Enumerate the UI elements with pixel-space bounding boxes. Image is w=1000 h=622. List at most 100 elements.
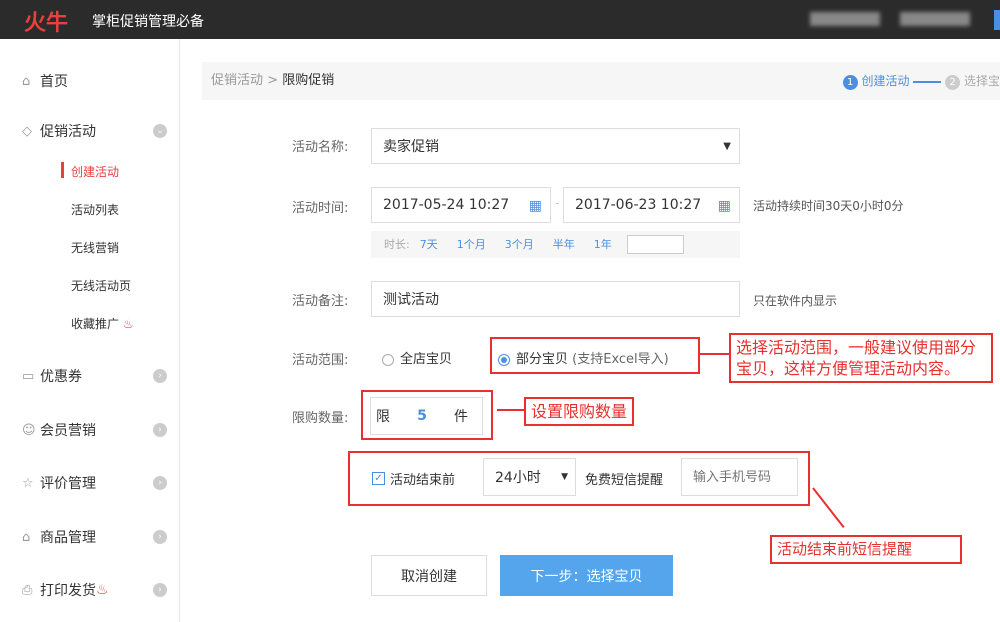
sidebar-sub-wireless[interactable]: 无线营销	[71, 239, 119, 256]
step-number: 1	[842, 75, 858, 90]
step-label: 选择宝	[963, 74, 1000, 88]
sidebar: ⌂ 首页 ◇ 促销活动 ⌄ 创建活动 活动列表 无线营销 无线活动页 收藏推广 ♨ ▭…	[0, 39, 180, 622]
limit-label: 限购数量:	[292, 411, 349, 426]
time-label: 活动时间:	[292, 201, 349, 216]
fire-icon: ♨	[96, 582, 109, 598]
sidebar-sub-wireless-page[interactable]: 无线活动页	[71, 277, 131, 294]
home-icon: ⌂	[22, 73, 31, 89]
logo: 火牛	[24, 11, 69, 36]
next-button[interactable]: 下一步：选择宝贝	[500, 555, 673, 596]
name-label: 活动名称:	[292, 140, 349, 155]
breadcrumb-sep: >	[267, 73, 279, 88]
chevron-right-icon: ›	[153, 476, 167, 490]
annotation-sms: 活动结束前短信提醒	[770, 535, 962, 564]
chevron-right-icon: ›	[153, 530, 167, 544]
quick-3m[interactable]: 3个月	[505, 238, 534, 251]
calendar-icon[interactable]: ▦	[529, 198, 542, 214]
quick-1y[interactable]: 1年	[594, 238, 612, 251]
label: 收藏推广	[71, 317, 120, 331]
label: 全店宝贝	[400, 352, 453, 367]
sidebar-sub-list[interactable]: 活动列表	[71, 201, 119, 218]
sidebar-item-goods[interactable]: ⌂ 商品管理 ›	[22, 527, 167, 547]
scope-label: 活动范围:	[292, 353, 349, 368]
shop-icon: ⌂	[22, 529, 31, 545]
label: 评价管理	[40, 476, 96, 492]
sidebar-item-promotion[interactable]: ◇ 促销活动 ⌄	[22, 121, 167, 141]
sidebar-item-print[interactable]: ⎙ 打印发货 ♨ ›	[22, 580, 167, 600]
sidebar-sub-favorite[interactable]: 收藏推广 ♨	[71, 315, 134, 332]
sidebar-item-member[interactable]: ☺ 会员营销 ›	[22, 420, 167, 440]
tag-icon: ◇	[22, 123, 32, 139]
note-hint: 只在软件内显示	[753, 294, 838, 308]
chevron-right-icon: ›	[153, 369, 167, 383]
breadcrumb: 促销活动 > 限购促销 1 创建活动 2 选择宝	[202, 62, 1000, 100]
label: 首页	[40, 74, 68, 90]
annotation-arrow	[812, 487, 845, 529]
sidebar-item-review[interactable]: ☆ 评价管理 ›	[22, 473, 167, 493]
quick-6m[interactable]: 半年	[553, 238, 575, 251]
top-bar: 火牛 掌柜促销管理必备	[0, 0, 1000, 39]
value: 24小时	[495, 470, 541, 486]
step-number: 2	[945, 75, 961, 90]
label: 打印发货	[40, 583, 96, 599]
note-input[interactable]: 测试活动	[371, 281, 740, 317]
blurred-shop	[900, 12, 970, 26]
annotation-limit: 设置限购数量	[524, 397, 635, 426]
quick-duration: 时长: 7天 1个月 3个月 半年 1年	[371, 231, 740, 258]
step-label: 创建活动	[861, 74, 910, 88]
label: 会员营销	[40, 423, 96, 439]
breadcrumb-parent[interactable]: 促销活动	[211, 73, 263, 88]
active-indicator	[61, 162, 64, 178]
highlight-box	[490, 337, 700, 374]
chevron-right-icon: ›	[153, 583, 167, 597]
caret-down-icon: ▼	[561, 472, 568, 482]
label: 优惠券	[40, 369, 82, 385]
remind-checkbox[interactable]: ✓ 活动结束前	[372, 469, 455, 488]
steps: 1 创建活动 2 选择宝	[842, 62, 1000, 100]
print-icon: ⎙	[22, 582, 33, 598]
sidebar-sub-create[interactable]: 创建活动	[71, 163, 119, 180]
remind-text: 免费短信提醒	[585, 473, 664, 488]
highlight-box	[361, 390, 493, 440]
value: 2017-06-23 10:27	[575, 197, 702, 213]
sidebar-item-coupon[interactable]: ▭ 优惠券 ›	[22, 366, 167, 386]
quick-label: 时长:	[384, 238, 410, 251]
value: 卖家促销	[383, 139, 439, 155]
value: 2017-05-24 10:27	[383, 197, 510, 213]
chevron-down-icon: ⌄	[153, 124, 167, 138]
slogan: 掌柜促销管理必备	[92, 14, 204, 30]
remind-time-select[interactable]: 24小时 ▼	[483, 458, 576, 496]
label: 活动结束前	[390, 473, 456, 488]
value: 测试活动	[383, 292, 439, 308]
sidebar-item-home[interactable]: ⌂ 首页	[22, 71, 167, 91]
start-date-input[interactable]: 2017-05-24 10:27 ▦	[371, 187, 551, 223]
user-icon: ☺	[22, 422, 36, 438]
quick-7d[interactable]: 7天	[420, 238, 438, 251]
annotation-arrow	[497, 409, 525, 411]
custom-duration-input[interactable]	[627, 235, 684, 254]
fire-icon: ♨	[122, 317, 134, 331]
cancel-button[interactable]: 取消创建	[371, 555, 487, 596]
review-icon: ☆	[22, 475, 34, 491]
date-separator: -	[555, 196, 560, 211]
phone-input[interactable]	[681, 458, 798, 496]
caret-down-icon: ▼	[723, 140, 731, 152]
name-select[interactable]: 卖家促销 ▼	[371, 128, 740, 164]
chevron-right-icon: ›	[153, 423, 167, 437]
annotation-arrow	[700, 353, 730, 355]
note-label: 活动备注:	[292, 294, 349, 309]
breadcrumb-current: 限购促销	[282, 73, 335, 88]
quick-1m[interactable]: 1个月	[457, 238, 486, 251]
end-date-input[interactable]: 2017-06-23 10:27 ▦	[563, 187, 740, 223]
check-icon: ✓	[372, 472, 385, 485]
coupon-icon: ▭	[22, 368, 35, 384]
label: 促销活动	[40, 124, 96, 140]
radio	[382, 353, 394, 366]
duration-text: 活动持续时间30天0小时0分	[753, 199, 904, 213]
step-connector	[913, 80, 942, 83]
annotation-scope: 选择活动范围，一般建议使用部分宝贝，这样方便管理活动内容。	[729, 333, 993, 383]
scope-all-radio[interactable]: 全店宝贝	[382, 348, 452, 367]
header-button[interactable]	[994, 10, 1000, 30]
calendar-icon[interactable]: ▦	[718, 198, 731, 214]
blurred-user	[810, 12, 880, 26]
